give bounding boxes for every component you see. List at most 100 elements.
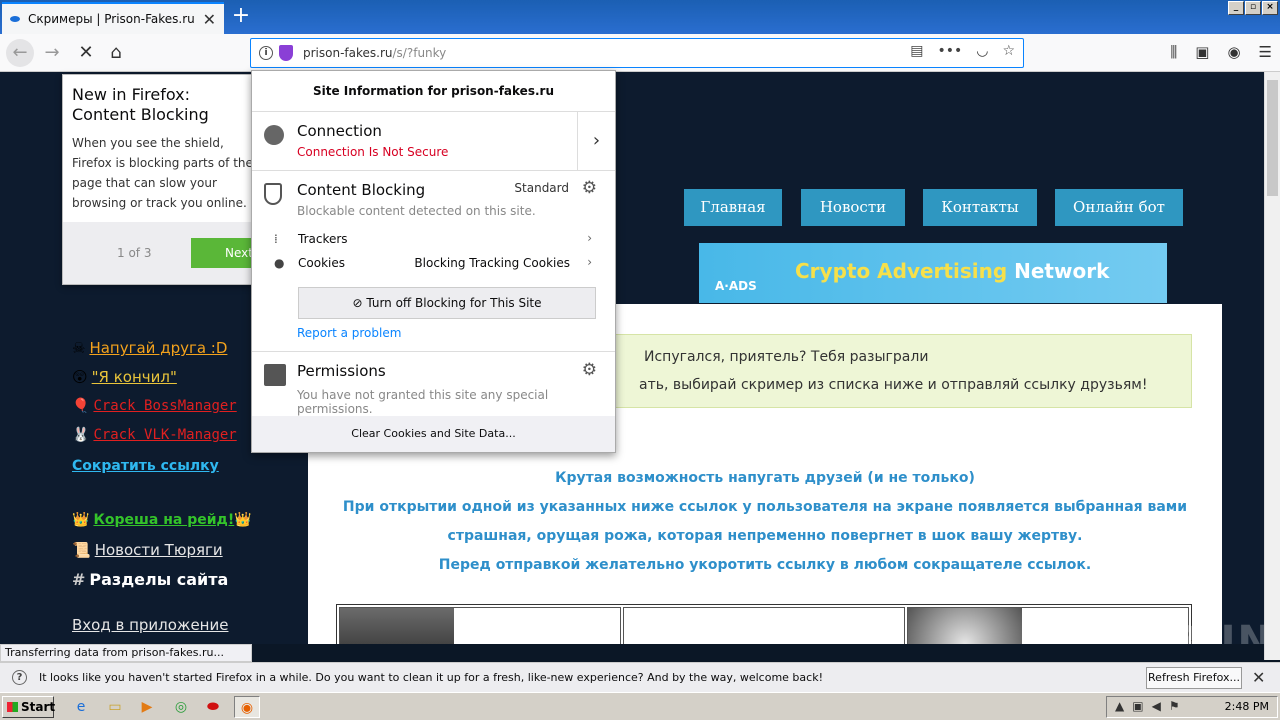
minimize-button[interactable]: _	[1228, 1, 1244, 15]
stop-button[interactable]: ✕	[72, 39, 100, 67]
scrollbar[interactable]	[1264, 72, 1280, 660]
trackers-row[interactable]: ⁞ Trackers ›	[274, 231, 594, 246]
cb-mode: Standard	[514, 181, 569, 195]
volume-icon[interactable]: ◀	[1152, 699, 1161, 713]
onboarding-popup: New in Firefox: Content Blocking When yo…	[62, 74, 259, 285]
panel-header: Site Information for prison-fakes.ru	[252, 71, 615, 112]
screamer-cell-2[interactable]	[623, 607, 905, 644]
gear-icon[interactable]: ⚙	[582, 360, 597, 380]
connection-status: Connection Is Not Secure	[297, 145, 449, 159]
clear-cookies-button[interactable]: Clear Cookies and Site Data...	[252, 416, 615, 452]
tab-active[interactable]: Скримеры | Prison-Fakes.ru ✕	[2, 2, 224, 34]
chrome-icon[interactable]: ◎	[168, 696, 194, 718]
folder-icon[interactable]: ▭	[102, 696, 128, 718]
cookie-icon: ●	[274, 256, 285, 270]
screamer-cell-1[interactable]	[339, 607, 621, 644]
info-icon: ?	[12, 670, 27, 685]
url-tools: ▤ ••• ◡ ☆	[910, 43, 1015, 59]
scrollbar-thumb[interactable]	[1267, 80, 1278, 196]
onboarding-next-button[interactable]: Next	[191, 238, 259, 268]
clock: 2:48 PM	[1224, 700, 1269, 713]
menu-home[interactable]: Главная	[684, 189, 782, 226]
chevron-right-icon[interactable]: ›	[577, 112, 615, 170]
refresh-firefox-button[interactable]: Refresh Firefox...	[1146, 667, 1242, 689]
sidebar-item-raid[interactable]: 👑 Кореша на рейд!👑	[72, 512, 252, 528]
shield-icon	[264, 183, 282, 205]
gear-icon[interactable]: ⚙	[582, 178, 597, 198]
start-button[interactable]: Start	[2, 696, 55, 718]
menu-news[interactable]: Новости	[801, 189, 905, 226]
menu-icon[interactable]: ☰	[1259, 43, 1272, 61]
watermark-logo: ANY▷RUN	[1038, 618, 1264, 644]
more-actions-icon[interactable]: •••	[937, 43, 962, 59]
intro-line-3: страшная, орущая рожа, которая непременн…	[447, 528, 1083, 544]
screamer-image	[340, 608, 454, 644]
turn-off-blocking-button[interactable]: ⊘ Turn off Blocking for This Site	[298, 287, 596, 319]
window-controls: _ ▫ ×	[1228, 1, 1278, 15]
reader-view-icon[interactable]: ▤	[910, 43, 923, 59]
content-blocking-section: Content Blocking Standard ⚙ Blockable co…	[252, 171, 615, 352]
notice-line-1: Испугался, приятель? Тебя разыграли	[644, 349, 929, 365]
sidebar-item-news[interactable]: 📜 Новости Тюряги	[72, 541, 223, 559]
media-icon[interactable]: ▶	[134, 696, 160, 718]
flag-icon[interactable]: ⚑	[1169, 699, 1180, 713]
menu-bot[interactable]: Онлайн бот	[1055, 189, 1183, 226]
notice-line-2: ать, выбирай скример из списка ниже и от…	[639, 377, 1148, 393]
skull-icon: ☠	[72, 339, 86, 357]
sidebar-item-shorten[interactable]: Сократить ссылку	[72, 458, 219, 474]
close-window-button[interactable]: ×	[1262, 1, 1278, 15]
crown-icon: 👑	[72, 512, 90, 528]
hash-icon: #	[72, 570, 86, 589]
connection-title: Connection	[297, 122, 382, 140]
forward-button[interactable]: →	[38, 39, 66, 67]
ad-text: Crypto Advertising Network	[795, 259, 1110, 283]
cookies-row[interactable]: ● Cookies Blocking Tracking Cookies ›	[274, 255, 594, 270]
close-icon[interactable]: ✕	[1252, 668, 1265, 687]
pocket-icon[interactable]: ◡	[976, 43, 988, 59]
maximize-button[interactable]: ▫	[1245, 1, 1261, 15]
ad-banner[interactable]: A·ADS Crypto Advertising Network	[699, 243, 1167, 303]
url-bar[interactable]: i prison-fakes.ru/s/?funky ▤ ••• ◡ ☆	[250, 38, 1024, 68]
home-button[interactable]: ⌂	[102, 39, 130, 67]
intro-line-1: Крутая возможность напугать друзей (и не…	[555, 470, 975, 486]
taskbar: Start e ▭ ▶ ◎ ⬬ ◉ ▲ ▣ ◀ ⚑ 2:48 PM	[0, 692, 1280, 720]
site-info-panel: Site Information for prison-fakes.ru Con…	[251, 70, 616, 453]
onboarding-title: New in Firefox: Content Blocking	[72, 85, 209, 124]
cb-title: Content Blocking	[297, 181, 426, 199]
network-icon[interactable]: ▣	[1132, 699, 1143, 713]
info-icon[interactable]: i	[259, 46, 273, 60]
sidebar-item-login[interactable]: Вход в приложение	[72, 616, 228, 634]
close-tab-icon[interactable]: ✕	[203, 10, 216, 29]
notification-message: It looks like you haven't started Firefo…	[39, 671, 823, 684]
perm-title: Permissions	[297, 362, 386, 380]
library-icon[interactable]: ⫼	[1170, 43, 1177, 61]
sidebar-item-bossmanager[interactable]: 🎈 Crack BossManager	[72, 398, 237, 414]
notification-bar: ? It looks like you haven't started Fire…	[0, 662, 1280, 692]
scroll-icon: 📜	[72, 541, 91, 559]
system-tray: ▲ ▣ ◀ ⚑ 2:48 PM	[1106, 696, 1278, 718]
account-icon[interactable]: ◉	[1227, 43, 1240, 61]
opera-icon[interactable]: ⬬	[200, 696, 226, 718]
tray-arrow-icon[interactable]: ▲	[1115, 699, 1124, 713]
ie-icon[interactable]: e	[68, 696, 94, 718]
new-tab-button[interactable]: +	[228, 4, 254, 30]
chevron-right-icon: ›	[587, 231, 592, 245]
firefox-taskbar-icon[interactable]: ◉	[234, 696, 260, 718]
globe-icon	[264, 125, 284, 145]
url-text: prison-fakes.ru/s/?funky	[303, 46, 447, 60]
sidebar-item-vlkmanager[interactable]: 🐰 Crack VLK-Manager	[72, 427, 237, 443]
report-problem-link[interactable]: Report a problem	[297, 326, 401, 340]
sidebar-item-yakonchil[interactable]: 😲 "Я кончил"	[72, 368, 177, 386]
sidebar-icon[interactable]: ▣	[1195, 43, 1209, 61]
menu-contacts[interactable]: Контакты	[923, 189, 1037, 226]
back-button[interactable]: ←	[6, 39, 34, 67]
nav-bar: ← → ✕ ⌂ i prison-fakes.ru/s/?funky ▤ •••…	[0, 34, 1280, 72]
rabbit-icon: 🐰	[72, 427, 90, 443]
connection-section[interactable]: Connection Connection Is Not Secure ›	[252, 112, 615, 171]
balloon-icon: 🎈	[72, 398, 90, 414]
tray-icons: ▲ ▣ ◀ ⚑	[1115, 699, 1180, 713]
sidebar-item-scare[interactable]: ☠ Напугай друга :D	[72, 339, 227, 357]
shield-icon[interactable]	[279, 45, 293, 61]
intro-line-2: При открытии одной из указанных ниже ссы…	[342, 499, 1188, 515]
bookmark-star-icon[interactable]: ☆	[1002, 43, 1015, 59]
